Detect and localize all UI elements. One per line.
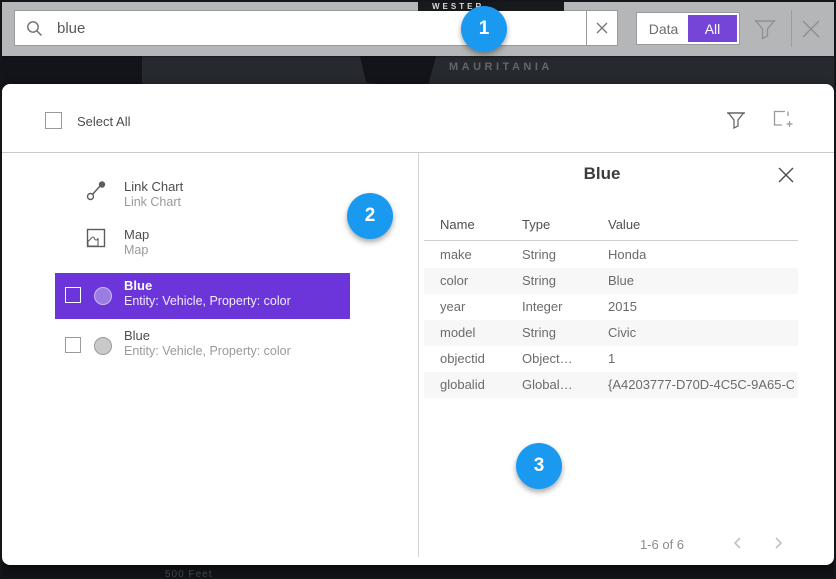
detail-title: Blue [432,164,772,184]
select-all-label: Select All [77,114,130,129]
callout-badge-1: 1 [461,6,507,52]
attr-name: objectid [440,351,485,366]
map-scale-label: 500 Feet [165,569,212,579]
attr-type: Object… [522,351,573,366]
result-item-map[interactable]: Map Map [2,227,412,263]
table-row: make String Honda [424,242,798,268]
table-row: model String Civic [424,320,798,346]
attr-name: make [440,247,472,262]
attr-name: color [440,273,468,288]
scope-option-all[interactable]: All [688,15,737,42]
result-title: Link Chart [124,179,183,194]
attr-type: Global… [522,377,573,392]
filter-icon[interactable] [753,16,777,42]
toolbar-divider [791,10,792,47]
search-query-text: blue [57,20,85,37]
table-header-divider [424,240,798,241]
next-page-icon[interactable] [771,536,785,550]
result-title: Blue [124,278,152,293]
attr-type: String [522,325,556,340]
app-window: MAURITANIA 500 Feet blue Data All WESTER [0,0,836,579]
result-title: Blue [124,328,150,343]
add-to-selection-icon[interactable] [772,109,793,130]
map-label-mauritania: MAURITANIA [449,61,553,73]
search-icon [26,20,43,37]
column-header-type: Type [522,217,550,232]
column-header-value: Value [608,217,640,232]
table-row: objectid Object… 1 [424,346,798,372]
entity-dot-icon [94,287,112,305]
result-subtitle: Link Chart [124,195,181,209]
attr-type: Integer [522,299,562,314]
table-row: year Integer 2015 [424,294,798,320]
map-icon [86,228,106,248]
close-icon[interactable] [777,166,795,184]
entity-dot-icon [94,337,112,355]
attr-name: globalid [440,377,485,392]
attr-value: {A4203777-D70D-4C5C-9A65-C… [608,377,794,392]
attr-value: 2015 [608,299,637,314]
attr-name: model [440,325,475,340]
attr-type: String [522,247,556,262]
table-row: color String Blue [424,268,798,294]
callout-badge-3: 3 [516,443,562,489]
table-row: globalid Global… {A4203777-D70D-4C5C-9A6… [424,372,798,398]
result-subtitle: Entity: Vehicle, Property: color [124,294,291,308]
search-scope-toggle: Data All [636,12,740,45]
clear-search-button[interactable] [587,10,618,46]
result-subtitle: Map [124,243,148,257]
result-checkbox[interactable] [65,337,81,353]
column-header-name: Name [440,217,475,232]
close-icon[interactable] [798,16,824,42]
link-chart-icon [86,180,107,201]
result-checkbox[interactable] [65,287,81,303]
list-detail-divider [418,153,419,557]
attr-value: Honda [608,247,646,262]
result-title: Map [124,227,149,242]
pagination-label: 1-6 of 6 [602,537,722,552]
result-item-blue[interactable]: Blue Entity: Vehicle, Property: color [55,328,350,368]
search-results-panel: Select All Link Chart Link Chart Map Map [2,84,834,565]
filter-icon[interactable] [726,109,746,131]
attr-value: 1 [608,351,615,366]
attr-value: Civic [608,325,636,340]
callout-badge-2: 2 [347,193,393,239]
attr-value: Blue [608,273,634,288]
select-all-checkbox[interactable] [45,112,62,129]
previous-page-icon[interactable] [731,536,745,550]
result-item-blue-selected[interactable]: Blue Entity: Vehicle, Property: color [55,273,350,319]
attr-type: String [522,273,556,288]
scope-option-data[interactable]: Data [639,15,688,42]
result-subtitle: Entity: Vehicle, Property: color [124,344,291,358]
attr-name: year [440,299,465,314]
clear-icon [596,22,608,34]
